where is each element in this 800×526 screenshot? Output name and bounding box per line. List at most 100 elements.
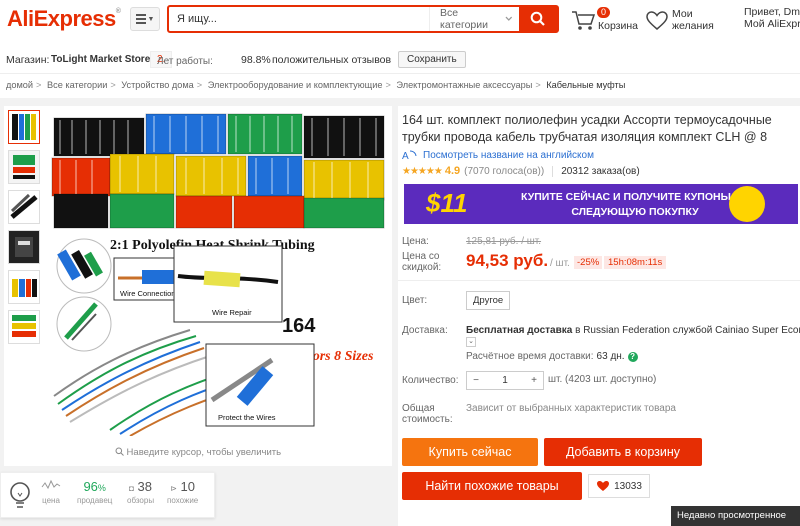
search-category-label: Все категории: [440, 7, 488, 31]
categories-menu-button[interactable]: ▼: [130, 7, 160, 31]
breadcrumb-item[interactable]: Устройство дома: [121, 80, 194, 90]
svg-text:A: A: [402, 151, 409, 161]
wishlist-label-1: Мои: [672, 8, 693, 20]
coupon-banner[interactable]: $11 КУПИТЕ СЕЙЧАС И ПОЛУЧИТЕ КУПОНЫ НА С…: [404, 184, 798, 224]
help-icon[interactable]: ?: [627, 351, 638, 362]
color-label: Цвет:: [402, 295, 428, 306]
breadcrumb-item[interactable]: Электромонтажные аксессуары: [396, 80, 532, 90]
breadcrumb-item[interactable]: Электрооборудование и комплектующие: [208, 80, 383, 90]
quantity-label: Количество:: [402, 375, 459, 386]
quantity-increase-button[interactable]: +: [525, 375, 543, 386]
coupon-coin-icon: [729, 186, 765, 222]
color-option[interactable]: Другое: [466, 291, 511, 310]
stat-seller-value: 96: [83, 479, 98, 494]
divider: [398, 280, 800, 281]
thumbnail-list: [8, 110, 44, 350]
search-input[interactable]: [169, 7, 429, 31]
translate-title-link[interactable]: A Посмотреть название на английском: [402, 149, 594, 162]
thumbnail[interactable]: [8, 310, 40, 344]
price-unit: / шт.: [550, 258, 570, 269]
stat-price[interactable]: цена: [41, 479, 61, 505]
recently-viewed-tab[interactable]: Недавно просмотренное: [671, 506, 800, 526]
thumbnail[interactable]: [8, 190, 40, 224]
stat-reviews-value: 38: [137, 479, 153, 494]
thumbnail[interactable]: [8, 230, 40, 264]
shipping-free: Бесплатная доставка: [466, 325, 573, 336]
shipping-info: Бесплатная доставка в Russian Federation…: [466, 325, 800, 336]
chevron-down-icon: ▼: [147, 15, 155, 23]
rating-stars-icon: ★★★★★: [402, 165, 443, 177]
find-similar-button[interactable]: Найти похожие товары: [402, 472, 582, 500]
stat-seller-unit: %: [97, 483, 106, 493]
thumbnail[interactable]: [8, 150, 40, 184]
camera-icon: ◘: [129, 484, 134, 493]
shipping-in: в: [575, 325, 581, 336]
search-category-select[interactable]: Все категории: [429, 7, 519, 31]
current-price: 94,53 руб.: [466, 251, 549, 270]
wishlist-link[interactable]: Мои желания: [646, 6, 726, 34]
price-label: Цена:: [402, 236, 429, 247]
thumbnail[interactable]: [8, 270, 40, 304]
breadcrumb: домой > Все категории > Устройство дома > Э…: [6, 80, 626, 90]
product-main-image[interactable]: 2:1 Polyolefin Heat Shrink Tubing Wire C…: [50, 110, 386, 436]
user-menu[interactable]: Привет, Dmitr Мой AliExpress: [744, 6, 800, 30]
lightbulb-icon[interactable]: [9, 481, 31, 511]
shipping-service: Cainiao Super Economy: [715, 325, 800, 336]
search-button[interactable]: [519, 7, 557, 31]
delivery-time-label: Расчётное время доставки:: [466, 351, 594, 362]
stat-seller[interactable]: 96% продавец: [77, 479, 112, 505]
breadcrumb-item[interactable]: Все категории: [47, 80, 107, 90]
rating-votes-link[interactable]: (7070 голоса(ов)): [464, 166, 544, 177]
stat-reviews-label: обзоры: [127, 496, 155, 505]
aliexpress-logo[interactable]: AliExpress®: [7, 6, 121, 32]
header: AliExpress® ▼ Все категории 0 Корзина Мо…: [0, 0, 800, 40]
total-value: Зависит от выбранных характеристик товар…: [466, 403, 676, 414]
store-years-badge: Лет работы: 2.: [150, 51, 213, 68]
my-aliexpress-link[interactable]: Мой AliExpress: [744, 18, 800, 30]
delivery-days: 63 дн.: [596, 351, 625, 362]
discount-badge: -25%: [574, 256, 603, 269]
user-greeting: Привет, Dmitr: [744, 6, 800, 18]
save-store-button[interactable]: Сохранить: [398, 51, 466, 68]
zoom-hint: Наведите курсор, чтобы увеличить: [4, 447, 392, 458]
stat-similar[interactable]: ⊳ 10 похожие: [167, 479, 198, 505]
tag-icon: ⊳: [170, 484, 177, 493]
shipping-dropdown-toggle[interactable]: ⌄: [466, 337, 476, 347]
cart-link[interactable]: 0 Корзина: [571, 6, 641, 34]
hamburger-icon: [135, 14, 146, 24]
quantity-available: шт. (4203 шт. доступно): [548, 374, 657, 385]
translate-icon: A: [402, 150, 417, 161]
breadcrumb-current: Кабельные муфты: [546, 80, 626, 90]
shipping-country-link[interactable]: Russian Federation: [583, 325, 670, 336]
stat-seller-label: продавец: [77, 496, 113, 505]
product-stats-widget: цена 96% продавец ◘ 38 обзоры ⊳ 10 похож…: [0, 472, 215, 518]
store-name-link[interactable]: ToLight Market Store: [51, 54, 150, 65]
old-price: 125,81 руб. / шт.: [466, 236, 542, 247]
coupon-amount: $11: [426, 188, 468, 218]
total-label: Общая стоимость:: [402, 403, 453, 425]
rating-row: ★★★★★ 4.9 (7070 голоса(ов)) 20312 заказа…: [402, 165, 640, 177]
orders-count: 20312 заказа(ов): [552, 165, 640, 177]
countdown-timer: 15h:08m:11s: [604, 256, 667, 269]
delivery-time: Расчётное время доставки: 63 дн. ?: [466, 351, 638, 362]
image-label-protect-wires: Protect the Wires: [218, 413, 276, 422]
store-label: Магазин:: [6, 54, 50, 66]
divider: [0, 73, 800, 74]
chevron-down-icon: [505, 16, 513, 21]
wishlist-label-2: желания: [672, 20, 714, 32]
image-label-wire-connection: Wire Connection: [120, 289, 175, 298]
search-icon: [530, 11, 545, 26]
quantity-input[interactable]: 1: [485, 375, 525, 386]
stat-reviews[interactable]: ◘ 38 обзоры: [127, 479, 154, 505]
shipping-label: Доставка:: [402, 325, 448, 336]
product-info: 164 шт. комплект полиолефин усадки Ассор…: [398, 106, 800, 526]
add-to-cart-button[interactable]: Добавить в корзину: [544, 438, 702, 466]
wishlist-add-button[interactable]: 13033: [588, 474, 650, 498]
image-label-wire-repair: Wire Repair: [212, 308, 252, 317]
quantity-decrease-button[interactable]: −: [467, 375, 485, 386]
store-years-label: Лет работы:: [157, 56, 213, 67]
breadcrumb-item[interactable]: домой: [6, 80, 33, 90]
buy-now-button[interactable]: Купить сейчас: [402, 438, 538, 466]
thumbnail[interactable]: [8, 110, 40, 144]
cart-count-badge: 0: [597, 7, 611, 18]
